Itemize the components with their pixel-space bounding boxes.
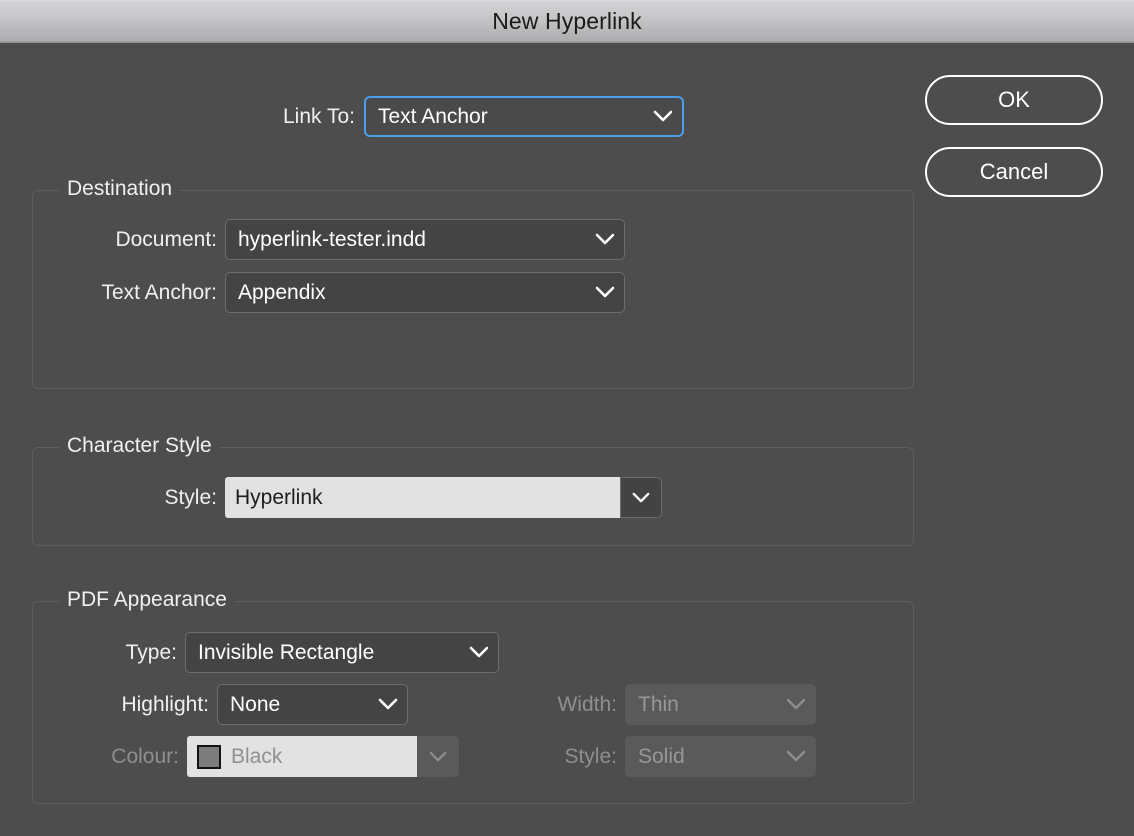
highlight-value: None	[230, 692, 281, 716]
chevron-down-icon	[783, 750, 809, 763]
colour-label: Colour:	[111, 744, 179, 768]
character-style-dropdown-button[interactable]	[620, 477, 662, 518]
colour-value: Black	[231, 744, 283, 768]
character-style-value: Hyperlink	[235, 485, 323, 509]
pdf-appearance-group-title: PDF Appearance	[59, 588, 235, 612]
document-label: Document:	[115, 227, 217, 251]
dialog-titlebar: New Hyperlink	[0, 0, 1134, 43]
chevron-down-icon	[592, 286, 618, 299]
text-anchor-label: Text Anchor:	[101, 280, 217, 304]
chevron-down-icon	[375, 698, 401, 711]
highlight-dropdown[interactable]: None	[217, 684, 408, 725]
destination-group: Destination Document: hyperlink-tester.i…	[32, 177, 914, 389]
chevron-down-icon	[632, 492, 650, 502]
width-value: Thin	[638, 692, 679, 716]
character-style-group-title: Character Style	[59, 434, 220, 458]
dialog-title: New Hyperlink	[492, 8, 642, 34]
link-to-label: Link To:	[283, 104, 355, 128]
link-to-value: Text Anchor	[378, 104, 488, 128]
chevron-down-icon	[592, 233, 618, 246]
pdf-style-value: Solid	[638, 744, 685, 768]
ok-button[interactable]: OK	[925, 75, 1103, 125]
pdf-style-dropdown: Solid	[625, 736, 816, 777]
width-dropdown: Thin	[625, 684, 816, 725]
chevron-down-icon	[783, 698, 809, 711]
cancel-button-label: Cancel	[979, 159, 1049, 184]
type-label: Type:	[125, 640, 177, 664]
colour-swatch	[197, 744, 221, 769]
cancel-button[interactable]: Cancel	[925, 147, 1103, 197]
type-row: Type: Invisible Rectangle	[33, 632, 499, 673]
link-to-dropdown[interactable]: Text Anchor	[364, 96, 684, 137]
document-value: hyperlink-tester.indd	[238, 227, 426, 251]
chevron-down-icon	[650, 110, 676, 123]
chevron-down-icon	[429, 751, 447, 761]
document-row: Document: hyperlink-tester.indd	[33, 219, 625, 260]
character-style-field[interactable]: Hyperlink	[225, 477, 620, 518]
width-row: Width: Thin	[501, 684, 816, 725]
ok-button-label: OK	[998, 87, 1030, 112]
text-anchor-row: Text Anchor: Appendix	[33, 272, 625, 313]
pdf-style-label: Style:	[564, 744, 617, 768]
colour-dropdown-button	[417, 736, 459, 777]
highlight-label: Highlight:	[121, 692, 209, 716]
character-style-group: Character Style Style: Hyperlink	[32, 434, 914, 546]
type-value: Invisible Rectangle	[198, 640, 375, 664]
document-dropdown[interactable]: hyperlink-tester.indd	[225, 219, 625, 260]
pdf-style-row: Style: Solid	[501, 736, 816, 777]
chevron-down-icon	[466, 646, 492, 659]
new-hyperlink-dialog: New Hyperlink Link To: Text Anchor OK Ca…	[0, 0, 1134, 836]
text-anchor-value: Appendix	[238, 280, 326, 304]
type-dropdown[interactable]: Invisible Rectangle	[185, 632, 499, 673]
colour-field: Black	[187, 736, 417, 777]
style-label: Style:	[164, 485, 217, 509]
colour-row: Colour: Black	[33, 736, 459, 777]
colour-combo: Black	[187, 736, 459, 777]
text-anchor-dropdown[interactable]: Appendix	[225, 272, 625, 313]
pdf-appearance-group: PDF Appearance Type: Invisible Rectangle…	[32, 588, 914, 804]
highlight-row: Highlight: None	[33, 684, 408, 725]
character-style-combo[interactable]: Hyperlink	[225, 477, 662, 518]
destination-group-title: Destination	[59, 177, 181, 201]
style-row: Style: Hyperlink	[33, 477, 662, 518]
link-to-row: Link To: Text Anchor	[0, 96, 684, 137]
width-label: Width:	[557, 692, 617, 716]
